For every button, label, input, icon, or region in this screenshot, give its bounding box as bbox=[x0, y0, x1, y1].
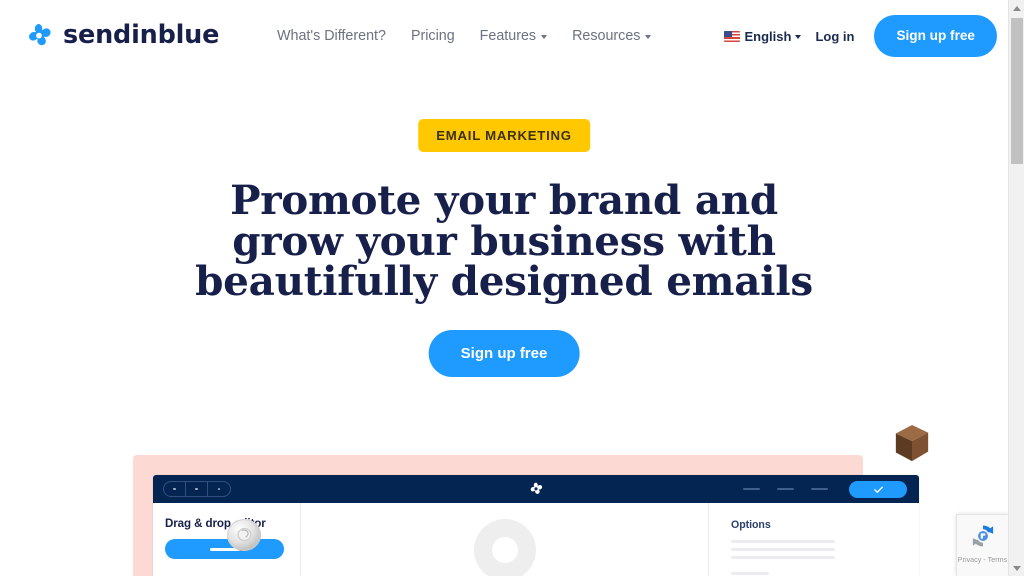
toolbar-dash-icon bbox=[811, 487, 828, 491]
headline-line-1: Promote your brand and bbox=[230, 176, 778, 224]
chevron-down-icon bbox=[795, 35, 802, 39]
mockup-app-window: Drag & drop editor Options bbox=[153, 475, 919, 576]
placeholder-line bbox=[731, 556, 835, 559]
mockup-options-title: Options bbox=[731, 519, 771, 531]
recaptcha-privacy-terms[interactable]: Privacy - Terms bbox=[958, 556, 1007, 563]
mockup-confirm-button[interactable] bbox=[849, 480, 907, 498]
category-badge: EMAIL MARKETING bbox=[418, 119, 590, 152]
mockup-image-placeholder bbox=[473, 519, 536, 576]
mockup-toolbar-actions bbox=[743, 475, 907, 503]
nav-item-whats-different[interactable]: What's Different? bbox=[277, 26, 386, 46]
mockup-toolbar bbox=[153, 475, 919, 503]
sendinblue-pinwheel-icon bbox=[24, 21, 54, 51]
us-flag-icon bbox=[724, 30, 741, 42]
placeholder-line bbox=[731, 572, 769, 575]
nav-item-pricing[interactable]: Pricing bbox=[411, 26, 455, 46]
nav-item-label: What's Different? bbox=[277, 28, 386, 44]
headline-line-2: grow your business with bbox=[232, 216, 776, 265]
nav-item-features[interactable]: Features bbox=[479, 26, 548, 46]
mockup-body: Drag & drop editor Options bbox=[153, 503, 919, 576]
primary-nav: What's Different? Pricing Features Resou… bbox=[277, 26, 652, 46]
chevron-down-icon bbox=[541, 35, 548, 39]
page-scrollbar[interactable] bbox=[1008, 0, 1024, 576]
nav-item-resources[interactable]: Resources bbox=[572, 26, 652, 46]
segment-button-1[interactable] bbox=[164, 482, 186, 496]
headline-line-3: beautifully designed emails bbox=[195, 257, 813, 305]
product-mockup: Drag & drop editor Options bbox=[0, 430, 1008, 576]
placeholder-line bbox=[731, 540, 835, 543]
language-label: English bbox=[744, 28, 792, 44]
browser-page: sendinblue What's Different? Pricing Fea… bbox=[0, 0, 1024, 576]
nav-item-label: Pricing bbox=[410, 28, 455, 44]
placeholder-line bbox=[731, 548, 835, 551]
mockup-canvas bbox=[301, 503, 709, 576]
recaptcha-icon bbox=[968, 521, 998, 551]
mockup-options-panel: Options bbox=[709, 503, 919, 576]
segment-button-3[interactable] bbox=[208, 482, 230, 496]
scroll-up-arrow-icon[interactable] bbox=[1009, 0, 1024, 16]
check-icon bbox=[873, 484, 884, 495]
nav-item-label: Resources bbox=[572, 28, 641, 44]
toolbar-dash-icon bbox=[777, 487, 794, 491]
page-title: Promote your brand and grow your busines… bbox=[54, 180, 954, 302]
brand-logo-link[interactable]: sendinblue bbox=[24, 21, 219, 51]
mockup-options-placeholder-lines bbox=[731, 540, 897, 575]
sendinblue-pinwheel-icon bbox=[528, 481, 544, 497]
site-header: sendinblue What's Different? Pricing Fea… bbox=[0, 0, 1008, 72]
chevron-down-icon bbox=[645, 35, 652, 39]
window-segment-dots-icon[interactable] bbox=[163, 481, 231, 497]
signup-button-hero[interactable]: Sign up free bbox=[428, 330, 580, 377]
scrollbar-thumb[interactable] bbox=[1011, 18, 1023, 164]
toolbar-dash-icon bbox=[743, 487, 760, 491]
login-link[interactable]: Log in bbox=[815, 29, 854, 44]
3d-wood-cube-object bbox=[893, 423, 931, 465]
header-actions: English Log in Sign up free bbox=[724, 15, 997, 57]
brand-wordmark: sendinblue bbox=[63, 20, 220, 51]
segment-button-2[interactable] bbox=[186, 482, 208, 496]
page-viewport: sendinblue What's Different? Pricing Fea… bbox=[0, 0, 1008, 576]
signup-button-header[interactable]: Sign up free bbox=[874, 15, 997, 57]
nav-item-label: Features bbox=[479, 28, 537, 44]
recaptcha-badge[interactable]: Privacy - Terms bbox=[956, 514, 1008, 576]
scroll-down-arrow-icon[interactable] bbox=[1009, 560, 1024, 576]
3d-torus-object bbox=[225, 516, 263, 554]
language-selector[interactable]: English bbox=[724, 28, 802, 44]
